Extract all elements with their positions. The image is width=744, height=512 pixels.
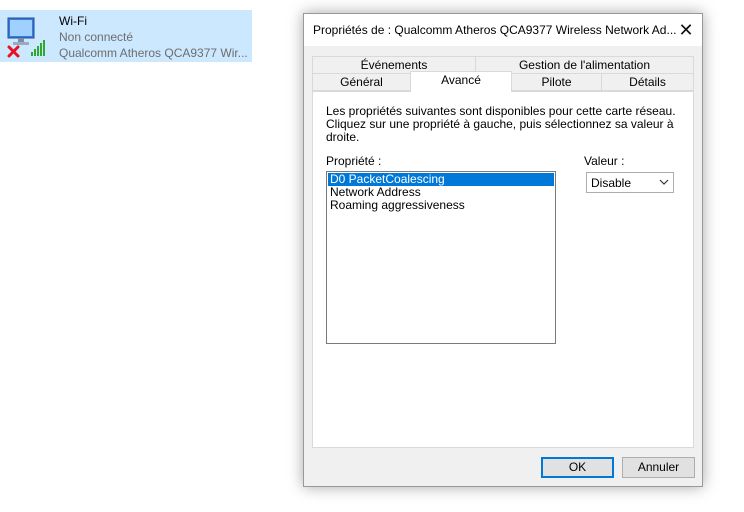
property-label: Propriété :: [326, 154, 382, 168]
property-listbox[interactable]: D0 PacketCoalescing Network Address Roam…: [326, 171, 556, 344]
tab-panel-avance: Les propriétés suivantes sont disponible…: [312, 91, 694, 448]
properties-dialog: Propriétés de : Qualcomm Atheros QCA9377…: [303, 13, 703, 487]
network-status: Non connecté: [59, 30, 134, 44]
cancel-button[interactable]: Annuler: [622, 457, 695, 478]
tab-details[interactable]: Détails: [601, 73, 694, 91]
description-text: Les propriétés suivantes sont disponible…: [326, 104, 676, 144]
network-adapter-name: Qualcomm Atheros QCA9377 Wir...: [59, 46, 248, 60]
background-header-strip: [0, 0, 744, 4]
chevron-down-icon: [659, 179, 669, 185]
value-dropdown-selected: Disable: [591, 176, 632, 190]
ok-button[interactable]: OK: [541, 457, 614, 478]
network-connection-wifi[interactable]: Wi-Fi Non connecté Qualcomm Atheros QCA9…: [0, 10, 252, 62]
close-icon[interactable]: ✕: [670, 14, 702, 46]
tab-avance[interactable]: Avancé: [410, 71, 512, 92]
value-label: Valeur :: [584, 154, 625, 168]
tab-pilote[interactable]: Pilote: [511, 73, 602, 91]
disconnected-x-icon: [7, 45, 20, 58]
signal-bars-icon: [31, 40, 45, 56]
tab-general[interactable]: Général: [312, 73, 411, 91]
dialog-title: Propriétés de : Qualcomm Atheros QCA9377…: [313, 23, 677, 37]
property-list-item[interactable]: Roaming aggressiveness: [328, 199, 554, 212]
network-name: Wi-Fi: [59, 14, 87, 28]
wireless-network-icon: [5, 14, 49, 58]
value-dropdown[interactable]: Disable: [586, 172, 674, 193]
dialog-titlebar[interactable]: Propriétés de : Qualcomm Atheros QCA9377…: [304, 14, 702, 46]
